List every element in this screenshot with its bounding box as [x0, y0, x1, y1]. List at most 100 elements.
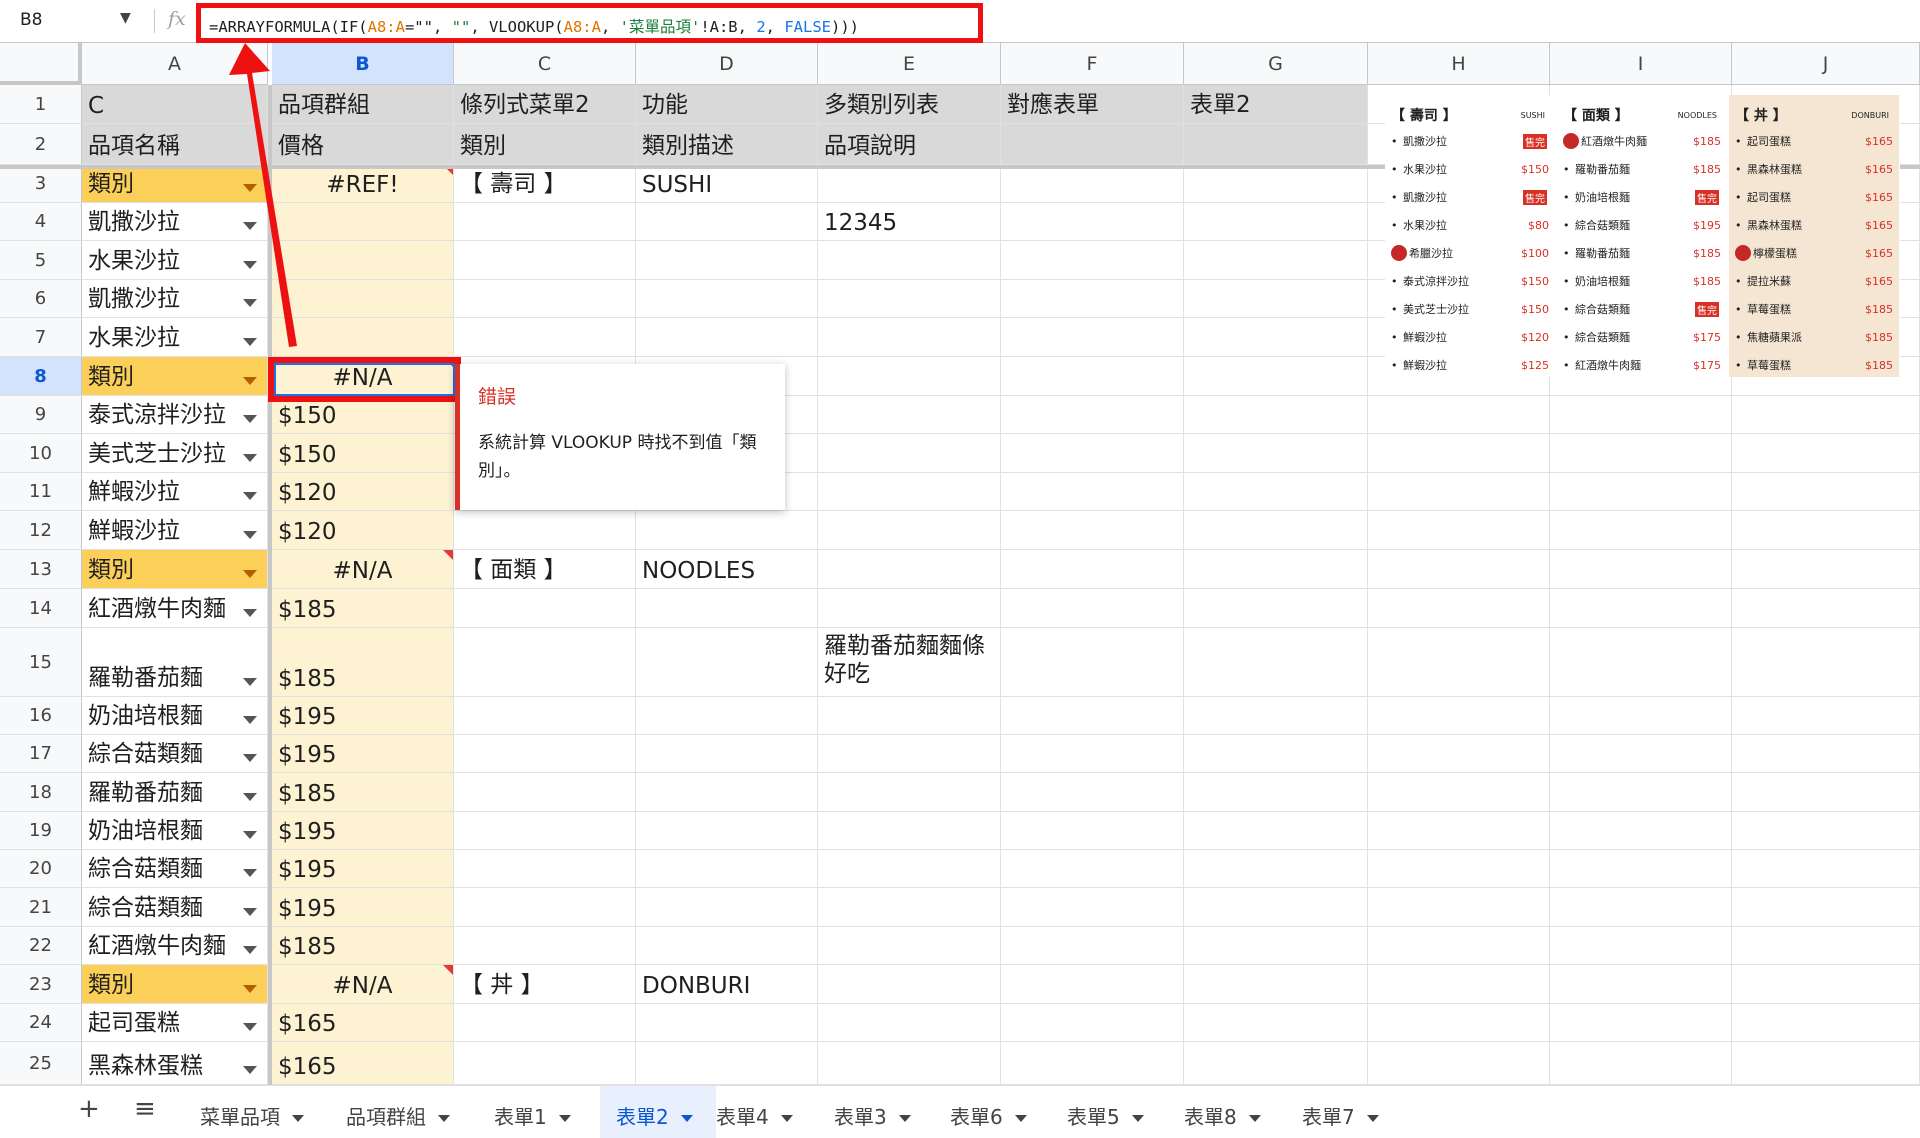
- sheet-tab[interactable]: 品項群組: [346, 1086, 476, 1138]
- cell-d3[interactable]: SUSHI: [636, 165, 818, 203]
- row-header-6[interactable]: 6: [0, 280, 82, 318]
- cell-f25[interactable]: [1001, 1042, 1184, 1085]
- cell-b16[interactable]: $195: [272, 697, 454, 735]
- cell-h14[interactable]: [1368, 589, 1550, 628]
- cell-f1[interactable]: 對應表單: [1001, 85, 1184, 124]
- cell-dropdown-chevron-icon[interactable]: [243, 299, 257, 307]
- cell-j11[interactable]: [1732, 473, 1920, 511]
- cell-dropdown-chevron-icon[interactable]: [243, 415, 257, 423]
- cell-dropdown-chevron-icon[interactable]: [243, 793, 257, 801]
- cell-c23[interactable]: 【 丼 】: [454, 965, 636, 1004]
- cell-j24[interactable]: [1732, 1004, 1920, 1042]
- cell-i11[interactable]: [1550, 473, 1732, 511]
- all-sheets-menu-icon[interactable]: ≡: [134, 1094, 156, 1124]
- cell-dropdown-chevron-icon[interactable]: [243, 985, 257, 993]
- cell-g2[interactable]: [1184, 124, 1368, 165]
- cell-g16[interactable]: [1184, 697, 1368, 735]
- cell-a14[interactable]: 紅酒燉牛肉麵: [82, 589, 268, 628]
- cell-f14[interactable]: [1001, 589, 1184, 628]
- cell-dropdown-chevron-icon[interactable]: [243, 908, 257, 916]
- cell-f19[interactable]: [1001, 812, 1184, 850]
- cell-i14[interactable]: [1550, 589, 1732, 628]
- column-header-a[interactable]: A: [82, 43, 268, 85]
- cell-d20[interactable]: [636, 850, 818, 888]
- cell-b18[interactable]: $185: [272, 773, 454, 812]
- sheet-tab[interactable]: 表單2: [600, 1086, 716, 1138]
- cell-e6[interactable]: [818, 280, 1001, 318]
- cell-f24[interactable]: [1001, 1004, 1184, 1042]
- cell-b20[interactable]: $195: [272, 850, 454, 888]
- cell-dropdown-chevron-icon[interactable]: [243, 454, 257, 462]
- cell-i21[interactable]: [1550, 888, 1732, 927]
- cell-f7[interactable]: [1001, 318, 1184, 357]
- cell-h9[interactable]: [1368, 396, 1550, 434]
- cell-g19[interactable]: [1184, 812, 1368, 850]
- cell-b25[interactable]: $165: [272, 1042, 454, 1085]
- cell-b4[interactable]: [272, 203, 454, 241]
- cell-a23[interactable]: 類別: [82, 965, 268, 1004]
- sheet-tab-menu-icon[interactable]: [438, 1115, 450, 1122]
- cell-f17[interactable]: [1001, 735, 1184, 773]
- cell-g12[interactable]: [1184, 511, 1368, 550]
- cell-d19[interactable]: [636, 812, 818, 850]
- cell-h17[interactable]: [1368, 735, 1550, 773]
- cell-j12[interactable]: [1732, 511, 1920, 550]
- sheet-tab-menu-icon[interactable]: [558, 1115, 571, 1122]
- row-header-21[interactable]: 21: [0, 888, 82, 927]
- cell-c1[interactable]: 條列式菜單2: [454, 85, 636, 124]
- cell-c16[interactable]: [454, 697, 636, 735]
- cell-d21[interactable]: [636, 888, 818, 927]
- cell-e1[interactable]: 多類別列表: [818, 85, 1001, 124]
- row-header-12[interactable]: 12: [0, 511, 82, 550]
- cell-b2[interactable]: 價格: [272, 124, 454, 165]
- cell-c24[interactable]: [454, 1004, 636, 1042]
- cell-g11[interactable]: [1184, 473, 1368, 511]
- cell-c5[interactable]: [454, 241, 636, 280]
- cell-c12[interactable]: [454, 511, 636, 550]
- cell-b13[interactable]: #N/A: [272, 550, 454, 589]
- cell-g22[interactable]: [1184, 927, 1368, 965]
- cell-e11[interactable]: [818, 473, 1001, 511]
- cell-d25[interactable]: [636, 1042, 818, 1085]
- row-header-24[interactable]: 24: [0, 1004, 82, 1042]
- cell-e20[interactable]: [818, 850, 1001, 888]
- cell-dropdown-chevron-icon[interactable]: [243, 377, 257, 385]
- sheet-tab[interactable]: 表單3: [834, 1086, 934, 1138]
- cell-g10[interactable]: [1184, 434, 1368, 473]
- cell-i16[interactable]: [1550, 697, 1732, 735]
- cell-j16[interactable]: [1732, 697, 1920, 735]
- cell-d4[interactable]: [636, 203, 818, 241]
- cell-d1[interactable]: 功能: [636, 85, 818, 124]
- cell-e14[interactable]: [818, 589, 1001, 628]
- cell-b17[interactable]: $195: [272, 735, 454, 773]
- cell-f18[interactable]: [1001, 773, 1184, 812]
- cell-d24[interactable]: [636, 1004, 818, 1042]
- cell-i15[interactable]: [1550, 628, 1732, 697]
- cell-g5[interactable]: [1184, 241, 1368, 280]
- cell-j19[interactable]: [1732, 812, 1920, 850]
- cell-dropdown-chevron-icon[interactable]: [243, 570, 257, 578]
- cell-h21[interactable]: [1368, 888, 1550, 927]
- cell-b21[interactable]: $195: [272, 888, 454, 927]
- cell-h20[interactable]: [1368, 850, 1550, 888]
- cell-g15[interactable]: [1184, 628, 1368, 697]
- cell-a15[interactable]: 羅勒番茄麵: [82, 628, 268, 697]
- column-header-i[interactable]: I: [1550, 43, 1732, 85]
- cell-b15[interactable]: $185: [272, 628, 454, 697]
- cell-c14[interactable]: [454, 589, 636, 628]
- cell-i20[interactable]: [1550, 850, 1732, 888]
- cell-h11[interactable]: [1368, 473, 1550, 511]
- cell-e3[interactable]: [818, 165, 1001, 203]
- column-header-j[interactable]: J: [1732, 43, 1920, 85]
- cell-a7[interactable]: 水果沙拉: [82, 318, 268, 357]
- sheet-tab[interactable]: 表單1: [494, 1086, 590, 1138]
- cell-d2[interactable]: 類別描述: [636, 124, 818, 165]
- row-header-25[interactable]: 25: [0, 1042, 82, 1085]
- cell-i10[interactable]: [1550, 434, 1732, 473]
- cell-f5[interactable]: [1001, 241, 1184, 280]
- row-header-2[interactable]: 2: [0, 124, 82, 165]
- name-box[interactable]: B8 ▼: [0, 0, 150, 43]
- cell-b12[interactable]: $120: [272, 511, 454, 550]
- sheet-tab-menu-icon[interactable]: [1366, 1115, 1379, 1122]
- cell-h13[interactable]: [1368, 550, 1550, 589]
